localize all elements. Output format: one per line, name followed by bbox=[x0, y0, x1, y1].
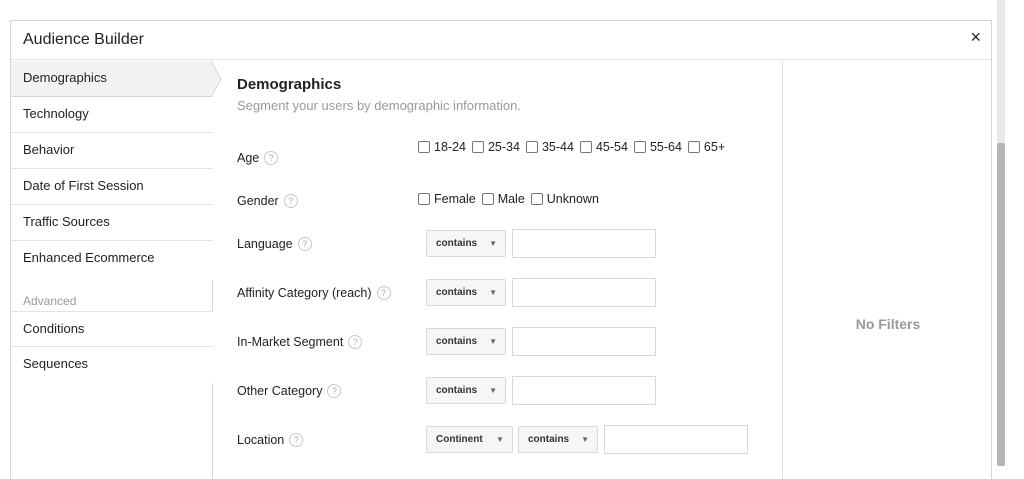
sidebar-item-demographics[interactable]: Demographics bbox=[11, 60, 222, 98]
location-operator-dropdown[interactable]: contains ▼ bbox=[518, 426, 598, 453]
sidebar-item-behavior[interactable]: Behavior bbox=[11, 133, 213, 169]
scrollbar-thumb[interactable] bbox=[997, 143, 1005, 466]
gender-label: Gender? bbox=[237, 194, 298, 208]
chevron-down-icon: ▼ bbox=[581, 435, 589, 444]
chevron-down-icon: ▼ bbox=[489, 386, 497, 395]
age-55-64-checkbox[interactable]: 55-64 bbox=[633, 140, 682, 154]
no-filters-text: No Filters bbox=[855, 316, 921, 332]
affinity-input[interactable] bbox=[512, 278, 656, 307]
filters-summary-panel: No Filters bbox=[782, 61, 992, 479]
dialog-title: Audience Builder bbox=[23, 31, 144, 48]
help-icon[interactable]: ? bbox=[297, 237, 312, 251]
gender-female-checkbox[interactable]: Female bbox=[418, 192, 476, 206]
help-icon[interactable]: ? bbox=[289, 433, 304, 447]
in-market-segment-label: In-Market Segment? bbox=[237, 335, 363, 349]
sidebar-item-enhanced-ecommerce[interactable]: Enhanced Ecommerce bbox=[11, 241, 213, 281]
checkbox-icon bbox=[687, 141, 700, 153]
sidebar-item-date-of-first-session[interactable]: Date of First Session bbox=[11, 169, 213, 205]
title-bar: Audience Builder × bbox=[11, 21, 991, 60]
sidebar-item-label: Sequences bbox=[23, 356, 89, 371]
sidebar-item-label: Traffic Sources bbox=[23, 214, 110, 229]
sidebar-item-label: Conditions bbox=[23, 321, 85, 336]
checkbox-icon bbox=[633, 141, 646, 153]
age-18-24-checkbox[interactable]: 18-24 bbox=[418, 140, 466, 154]
chevron-down-icon: ▼ bbox=[489, 337, 497, 346]
sidebar-item-label: Behavior bbox=[23, 142, 75, 157]
help-icon[interactable]: ? bbox=[348, 335, 363, 349]
other-category-label: Other Category? bbox=[237, 384, 342, 398]
sidebar-item-traffic-sources[interactable]: Traffic Sources bbox=[11, 205, 213, 241]
age-65-plus-checkbox[interactable]: 65+ bbox=[687, 140, 725, 154]
demographics-panel: Demographics Segment your users by demog… bbox=[213, 61, 782, 479]
checkbox-icon bbox=[418, 141, 430, 153]
age-45-54-checkbox[interactable]: 45-54 bbox=[579, 140, 628, 154]
gender-checkboxes: Female Male Unknown bbox=[418, 192, 605, 208]
help-icon[interactable]: ? bbox=[264, 151, 279, 165]
gender-unknown-checkbox[interactable]: Unknown bbox=[530, 192, 599, 206]
sidebar-item-label: Date of First Session bbox=[23, 178, 144, 193]
checkbox-icon bbox=[471, 141, 484, 153]
checkbox-icon bbox=[481, 193, 494, 205]
location-input[interactable] bbox=[604, 425, 748, 454]
checkbox-icon bbox=[579, 141, 592, 153]
in-market-operator-dropdown[interactable]: contains ▼ bbox=[426, 328, 506, 355]
sidebar: Demographics Technology Behavior Date of… bbox=[11, 60, 222, 479]
help-icon[interactable]: ? bbox=[283, 194, 298, 208]
checkbox-icon bbox=[525, 141, 538, 153]
chevron-down-icon: ▼ bbox=[489, 288, 497, 297]
sidebar-item-technology[interactable]: Technology bbox=[11, 97, 213, 133]
age-checkboxes: 18-24 25-34 35-44 45-54 55-64 65+ bbox=[418, 140, 748, 156]
help-icon[interactable]: ? bbox=[327, 384, 342, 398]
in-market-input[interactable] bbox=[512, 327, 656, 356]
language-input[interactable] bbox=[512, 229, 656, 258]
sidebar-item-label: Demographics bbox=[23, 70, 107, 85]
affinity-category-label: Affinity Category (reach)? bbox=[237, 286, 391, 300]
page-title: Demographics bbox=[237, 76, 342, 93]
advanced-section-label: Advanced bbox=[23, 294, 77, 308]
location-label: Location? bbox=[237, 433, 304, 447]
language-operator-dropdown[interactable]: contains ▼ bbox=[426, 230, 506, 257]
close-icon[interactable]: × bbox=[970, 27, 981, 47]
affinity-operator-dropdown[interactable]: contains ▼ bbox=[426, 279, 506, 306]
help-icon[interactable]: ? bbox=[376, 286, 391, 300]
audience-builder-dialog: Audience Builder × Demographics Technolo… bbox=[10, 20, 992, 479]
other-category-operator-dropdown[interactable]: contains ▼ bbox=[426, 377, 506, 404]
sidebar-item-label: Technology bbox=[23, 106, 89, 121]
chevron-down-icon: ▼ bbox=[489, 239, 497, 248]
page-subtitle: Segment your users by demographic inform… bbox=[237, 98, 521, 113]
checkbox-icon bbox=[530, 193, 543, 205]
checkbox-icon bbox=[418, 193, 430, 205]
age-25-34-checkbox[interactable]: 25-34 bbox=[471, 140, 520, 154]
other-category-input[interactable] bbox=[512, 376, 656, 405]
location-level-dropdown[interactable]: Continent ▼ bbox=[426, 426, 513, 453]
language-label: Language? bbox=[237, 237, 312, 251]
age-35-44-checkbox[interactable]: 35-44 bbox=[525, 140, 574, 154]
sidebar-item-label: Enhanced Ecommerce bbox=[23, 250, 155, 265]
gender-male-checkbox[interactable]: Male bbox=[481, 192, 525, 206]
sidebar-item-conditions[interactable]: Conditions bbox=[11, 311, 213, 347]
chevron-down-icon: ▼ bbox=[496, 435, 504, 444]
sidebar-item-sequences[interactable]: Sequences bbox=[11, 347, 213, 383]
age-label: Age? bbox=[237, 151, 279, 165]
